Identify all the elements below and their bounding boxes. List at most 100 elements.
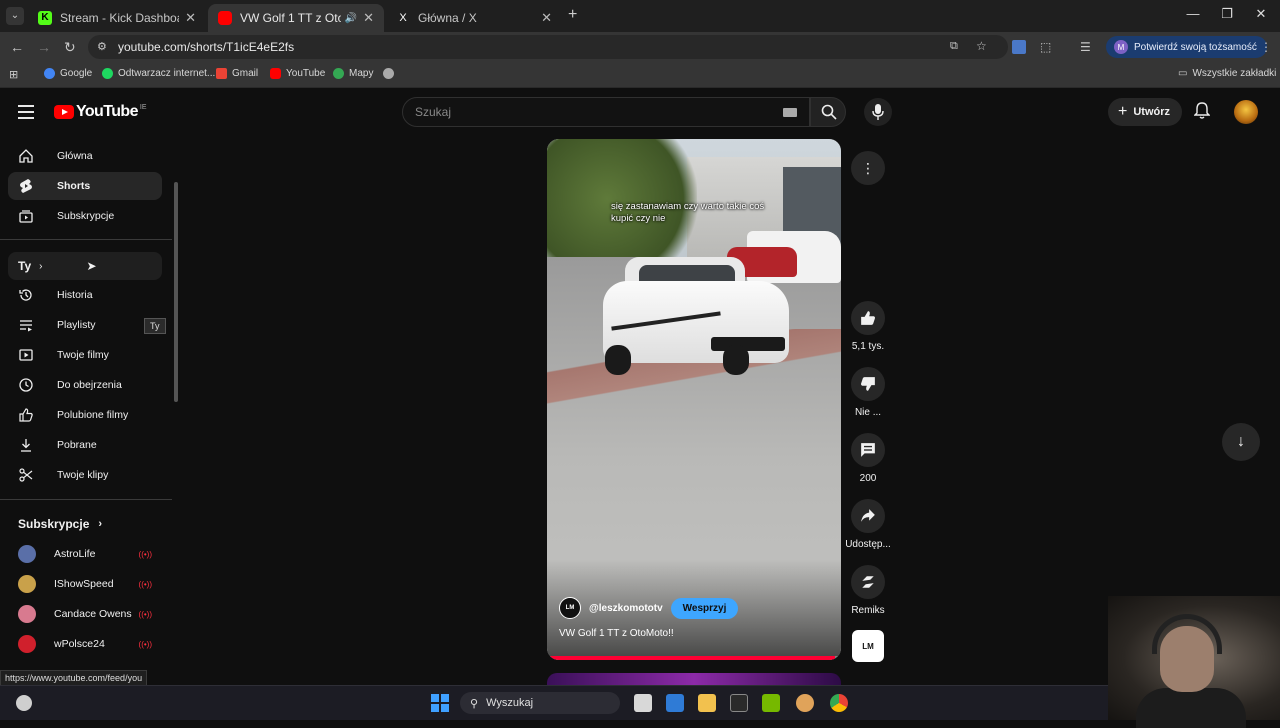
bookmark-gmail[interactable]: Gmail [216, 68, 258, 79]
reload-button[interactable]: ↻ [64, 39, 76, 56]
verify-identity-button[interactable]: M Potwierdź swoją tożsamość [1106, 36, 1267, 58]
subscriptions-icon [19, 209, 33, 223]
bookmark-youtube[interactable]: YouTube [270, 68, 325, 79]
tab-kick-dashboard[interactable]: K Stream - Kick Dashboard ✕ [28, 4, 206, 32]
bookmark-star-icon[interactable]: ☆ [976, 39, 987, 53]
subscription-label: wPolsce24 [54, 638, 105, 650]
search-button[interactable] [810, 97, 846, 127]
close-tab-icon[interactable]: ✕ [185, 10, 196, 26]
audio-source-avatar[interactable]: LM [852, 630, 884, 662]
tab-youtube-short[interactable]: VW Golf 1 TT z OtoMoto!! 🔊 ✕ [208, 4, 384, 32]
liked-icon [19, 408, 33, 422]
comments-button[interactable]: 200 [836, 433, 900, 484]
close-tab-icon[interactable]: ✕ [541, 10, 552, 26]
sidebar-item-history[interactable]: Historia [8, 281, 162, 309]
youtube-logo[interactable]: YouTube IE [54, 103, 147, 121]
remix-button[interactable]: Remiks [836, 565, 900, 616]
shorts-video-player[interactable]: się zastanawiam czy warto takie coś kupi… [547, 139, 841, 660]
subscription-ishowspeed[interactable]: IShowSpeed ((•)) [8, 570, 162, 598]
account-avatar[interactable] [1234, 100, 1258, 124]
dislike-button[interactable]: Nie ... [836, 367, 900, 418]
file-explorer-icon[interactable] [698, 694, 716, 712]
sidebar-item-shorts[interactable]: Shorts [8, 172, 162, 200]
sidebar-section-subscriptions[interactable]: Subskrypcje › [18, 517, 102, 531]
watch-later-icon [19, 378, 33, 392]
bookmark-spotify[interactable]: Odtwarzacz internet... [102, 68, 215, 79]
next-video-button[interactable]: ↓ [1222, 423, 1260, 461]
app-n-icon[interactable] [730, 694, 748, 712]
notifications-bell-icon[interactable] [1194, 102, 1210, 120]
extensions-icon[interactable]: ⬚ [1040, 40, 1051, 54]
apps-grid-icon[interactable]: ⊞ [9, 68, 18, 81]
sidebar-item-home[interactable]: Główna [8, 142, 162, 170]
windows-start-icon[interactable] [431, 694, 449, 712]
tab-x-home[interactable]: X Główna / X ✕ [386, 4, 562, 32]
taskbar-search[interactable]: ⚲ Wyszukaj [460, 692, 620, 714]
bookmark-globe[interactable] [383, 68, 399, 79]
share-button[interactable]: Udostęp... [836, 499, 900, 550]
more-options-button[interactable]: ⋮ [851, 151, 885, 185]
close-window-button[interactable]: ✕ [1246, 6, 1276, 22]
sidebar-item-downloads[interactable]: Pobrane [8, 431, 162, 459]
subscription-label: IShowSpeed [54, 578, 114, 590]
join-button[interactable]: Wesprzyj [670, 597, 739, 619]
forward-button[interactable]: → [37, 39, 51, 55]
voice-search-button[interactable] [864, 98, 892, 126]
restore-window-button[interactable]: ❐ [1212, 6, 1242, 22]
bookmark-google[interactable]: Google [44, 68, 92, 79]
channel-avatar [18, 575, 36, 593]
tab-search-button[interactable]: ⌄ [6, 7, 24, 25]
all-bookmarks-folder[interactable]: ▭ Wszystkie zakładki [1178, 68, 1276, 79]
sidebar-label: Do obejrzenia [57, 379, 122, 391]
guide-menu-button[interactable] [18, 105, 34, 123]
subscription-wpolsce24[interactable]: wPolsce24 ((•)) [8, 630, 162, 658]
new-tab-button[interactable]: + [568, 6, 577, 24]
channel-name[interactable]: @leszkomototv [589, 603, 663, 614]
chrome-icon[interactable] [830, 694, 848, 712]
sidebar-item-your-clips[interactable]: Twoje klipy [8, 461, 162, 489]
live-indicator-icon: ((•)) [138, 609, 152, 619]
plus-icon: + [1118, 103, 1128, 120]
channel-avatar[interactable]: LM [559, 597, 581, 619]
media-controls-icon[interactable]: ☰ [1080, 40, 1091, 54]
keyboard-icon[interactable] [783, 108, 797, 117]
minimize-window-button[interactable]: — [1178, 6, 1208, 21]
search-box[interactable] [402, 97, 810, 127]
task-view-icon[interactable] [634, 694, 652, 712]
address-bar[interactable]: ⚙ youtube.com/shorts/T1icE4eE2fs ⧉ ☆ [88, 35, 1008, 59]
speaker-icon[interactable]: 🔊 [345, 13, 357, 24]
thumbs-up-icon [861, 311, 875, 325]
weather-icon[interactable] [16, 695, 32, 711]
short-title[interactable]: VW Golf 1 TT z OtoMoto!! [559, 628, 674, 639]
bookmark-label: Google [60, 68, 93, 79]
subscription-astrolife[interactable]: AstroLife ((•)) [8, 540, 162, 568]
sidebar-section-you[interactable]: Ty › ➤ [8, 252, 162, 280]
create-button[interactable]: + Utwórz [1108, 98, 1183, 126]
back-button[interactable]: ← [10, 39, 24, 55]
sidebar-scrollbar[interactable] [174, 182, 178, 402]
profile-avatar: M [1114, 40, 1128, 54]
video-progress-bar[interactable] [547, 656, 841, 660]
you-section-label: Ty [18, 259, 32, 273]
next-short-preview[interactable] [547, 673, 841, 685]
bookmark-maps[interactable]: Mapy [333, 68, 373, 79]
translate-icon[interactable] [1012, 40, 1026, 54]
site-info-icon[interactable]: ⚙ [97, 40, 107, 53]
sidebar-item-your-videos[interactable]: Twoje filmy [8, 341, 162, 369]
sidebar-item-subscriptions[interactable]: Subskrypcje [8, 202, 162, 230]
close-tab-icon[interactable]: ✕ [363, 10, 374, 26]
browser-menu-icon[interactable]: ⋮ [1260, 40, 1272, 54]
app-icon[interactable] [796, 694, 814, 712]
search-input[interactable] [415, 105, 755, 119]
install-app-icon[interactable]: ⧉ [950, 40, 958, 53]
like-button[interactable]: 5,1 tys. [836, 301, 900, 352]
comment-count: 200 [859, 473, 877, 484]
sidebar-item-watch-later[interactable]: Do obejrzenia [8, 371, 162, 399]
subscription-candace-owens[interactable]: Candace Owens ((•)) [8, 600, 162, 628]
nvidia-icon[interactable] [762, 694, 780, 712]
store-icon[interactable] [666, 694, 684, 712]
sidebar-item-liked-videos[interactable]: Polubione filmy [8, 401, 162, 429]
sidebar-label: Główna [57, 150, 93, 162]
sidebar-item-playlists[interactable]: Playlisty [8, 311, 162, 339]
browser-toolbar: ← → ↻ ⚙ youtube.com/shorts/T1icE4eE2fs ⧉… [0, 32, 1280, 62]
